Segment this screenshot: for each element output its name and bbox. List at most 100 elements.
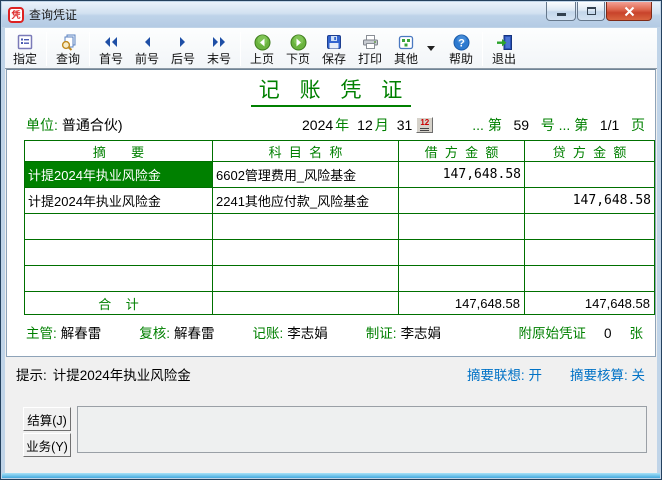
- date-year-unit: 年: [335, 115, 349, 135]
- cell-account[interactable]: [213, 240, 399, 266]
- cell-account[interactable]: [213, 266, 399, 292]
- attachment-unit: 张: [630, 326, 644, 341]
- table-row: [25, 266, 655, 292]
- toolbar-button-page-up[interactable]: 上页: [244, 30, 280, 68]
- cell-summary[interactable]: [25, 266, 213, 292]
- page-prefix: 第: [574, 117, 588, 133]
- signer-label: 制证:: [366, 326, 397, 341]
- other-dropdown-button[interactable]: [424, 30, 437, 68]
- signer-name: 解春雷: [61, 326, 102, 341]
- cell-account[interactable]: [213, 214, 399, 240]
- window-body: 记 账 凭 证 单位:普通合伙) 2024年 12月 31 12 ... 第 5…: [5, 69, 657, 473]
- header-summary: 摘 要: [25, 141, 213, 162]
- toolbar-separator: [482, 32, 483, 66]
- toolbar-separator: [46, 32, 47, 66]
- voucher-number-line: ... 第 59 号 ... 第 1/1 页: [472, 115, 645, 135]
- toolbar-label: 下页: [286, 52, 310, 67]
- voucher-date: 2024年 12月 31 12: [302, 115, 433, 135]
- voucher-title: 记 账 凭 证: [251, 74, 412, 107]
- signer-preparer: 制证: 李志娟: [366, 322, 441, 342]
- cell-summary[interactable]: 计提2024年执业风险金: [25, 188, 213, 214]
- table-row: 计提2024年执业风险金 6602管理费用_风险基金 147,648.58: [25, 162, 655, 188]
- toolbar-button-page-down[interactable]: 下页: [280, 30, 316, 68]
- signer-reviewer: 复核:解春雷: [139, 322, 214, 342]
- toolbar-button-help[interactable]: ? 帮助: [443, 30, 479, 68]
- search-icon: [60, 33, 77, 52]
- calendar-picker-button[interactable]: 12: [416, 117, 433, 133]
- toolbar-button-assign[interactable]: 指定: [7, 30, 43, 68]
- toolbar-button-print[interactable]: 打印: [352, 30, 388, 68]
- total-label: 合 计: [25, 292, 213, 315]
- toolbar-label: 查询: [56, 52, 80, 67]
- signer-manager: 主管: 解春雷: [26, 322, 101, 342]
- cell-credit[interactable]: [525, 266, 655, 292]
- toolbar-separator: [240, 32, 241, 66]
- cell-credit[interactable]: 147,648.58: [525, 188, 655, 214]
- footer-panel: [77, 406, 647, 453]
- toolbar-label: 打印: [358, 52, 382, 67]
- app-window: 凭 查询凭证 指定 查询: [0, 0, 662, 480]
- toolbar-button-query[interactable]: 查询: [50, 30, 86, 68]
- assoc-label: 摘要联想:: [467, 368, 525, 383]
- summary-accounting-toggle[interactable]: 摘要核算: 关: [570, 364, 645, 384]
- business-button[interactable]: 业务(Y): [23, 433, 71, 457]
- help-icon: ?: [453, 33, 470, 52]
- unit-value: 普通合伙): [62, 117, 123, 133]
- cell-summary-selected[interactable]: 计提2024年执业风险金: [25, 162, 213, 188]
- cell-debit[interactable]: [399, 240, 525, 266]
- page-up-icon: [254, 33, 271, 52]
- dots: ...: [472, 117, 484, 133]
- toolbar-button-first[interactable]: 首号: [93, 30, 129, 68]
- status-line: 提示: 计提2024年执业风险金 摘要联想: 开 摘要核算: 关: [16, 364, 645, 384]
- svg-text:?: ?: [458, 37, 465, 49]
- previous-icon: [142, 33, 152, 52]
- date-day: 31: [397, 117, 413, 133]
- maximize-icon: [587, 7, 596, 15]
- calendar-icon: 12: [420, 119, 429, 131]
- hint-value: 计提2024年执业风险金: [53, 368, 191, 383]
- signer-name: 李志娟: [401, 326, 442, 341]
- number-prefix: 第: [488, 117, 502, 133]
- cell-debit[interactable]: [399, 188, 525, 214]
- unit-label: 单位:: [26, 117, 58, 133]
- cell-credit[interactable]: [525, 162, 655, 188]
- summary-association-toggle[interactable]: 摘要联想: 开: [467, 364, 542, 384]
- toolbar-button-last[interactable]: 末号: [201, 30, 237, 68]
- maximize-button[interactable]: [577, 2, 605, 21]
- cell-credit[interactable]: [525, 214, 655, 240]
- window-controls: [545, 2, 652, 21]
- page-number: 1/1: [600, 117, 619, 133]
- toolbar-button-previous[interactable]: 前号: [129, 30, 165, 68]
- attachment-count: 附原始凭证0张: [518, 322, 643, 342]
- toolbar-button-save[interactable]: 保存: [316, 30, 352, 68]
- attachment-value: 0: [604, 326, 612, 341]
- cell-summary[interactable]: [25, 214, 213, 240]
- cell-credit[interactable]: [525, 240, 655, 266]
- app-logo-icon: 凭: [8, 7, 24, 23]
- signer-label: 主管:: [26, 326, 57, 341]
- settle-button[interactable]: 结算(J): [23, 407, 71, 431]
- print-icon: [362, 33, 379, 52]
- assoc-value: 开: [528, 368, 542, 383]
- close-button[interactable]: [606, 2, 652, 21]
- cell-summary[interactable]: [25, 240, 213, 266]
- status-toggles: 摘要联想: 开 摘要核算: 关: [467, 364, 645, 384]
- total-credit: 147,648.58: [525, 292, 655, 315]
- toolbar-button-next[interactable]: 后号: [165, 30, 201, 68]
- cell-account[interactable]: 6602管理费用_风险基金: [213, 162, 399, 188]
- cell-debit[interactable]: [399, 214, 525, 240]
- cell-account[interactable]: 2241其他应付款_风险基金: [213, 188, 399, 214]
- hint-label: 提示:: [16, 368, 47, 383]
- toolbar-label: 末号: [207, 52, 231, 67]
- date-year: 2024: [302, 117, 333, 133]
- total-debit: 147,648.58: [399, 292, 525, 315]
- first-icon: [103, 33, 119, 52]
- cell-debit[interactable]: 147,648.58: [399, 162, 525, 188]
- header-debit: 借 方 金 额: [399, 141, 525, 162]
- cell-debit[interactable]: [399, 266, 525, 292]
- toolbar-button-other[interactable]: 其他: [388, 30, 424, 68]
- toolbar-button-exit[interactable]: 退出: [486, 30, 522, 68]
- date-month: 12: [357, 117, 373, 133]
- signer-label: 复核:: [139, 326, 170, 341]
- minimize-button[interactable]: [546, 2, 576, 21]
